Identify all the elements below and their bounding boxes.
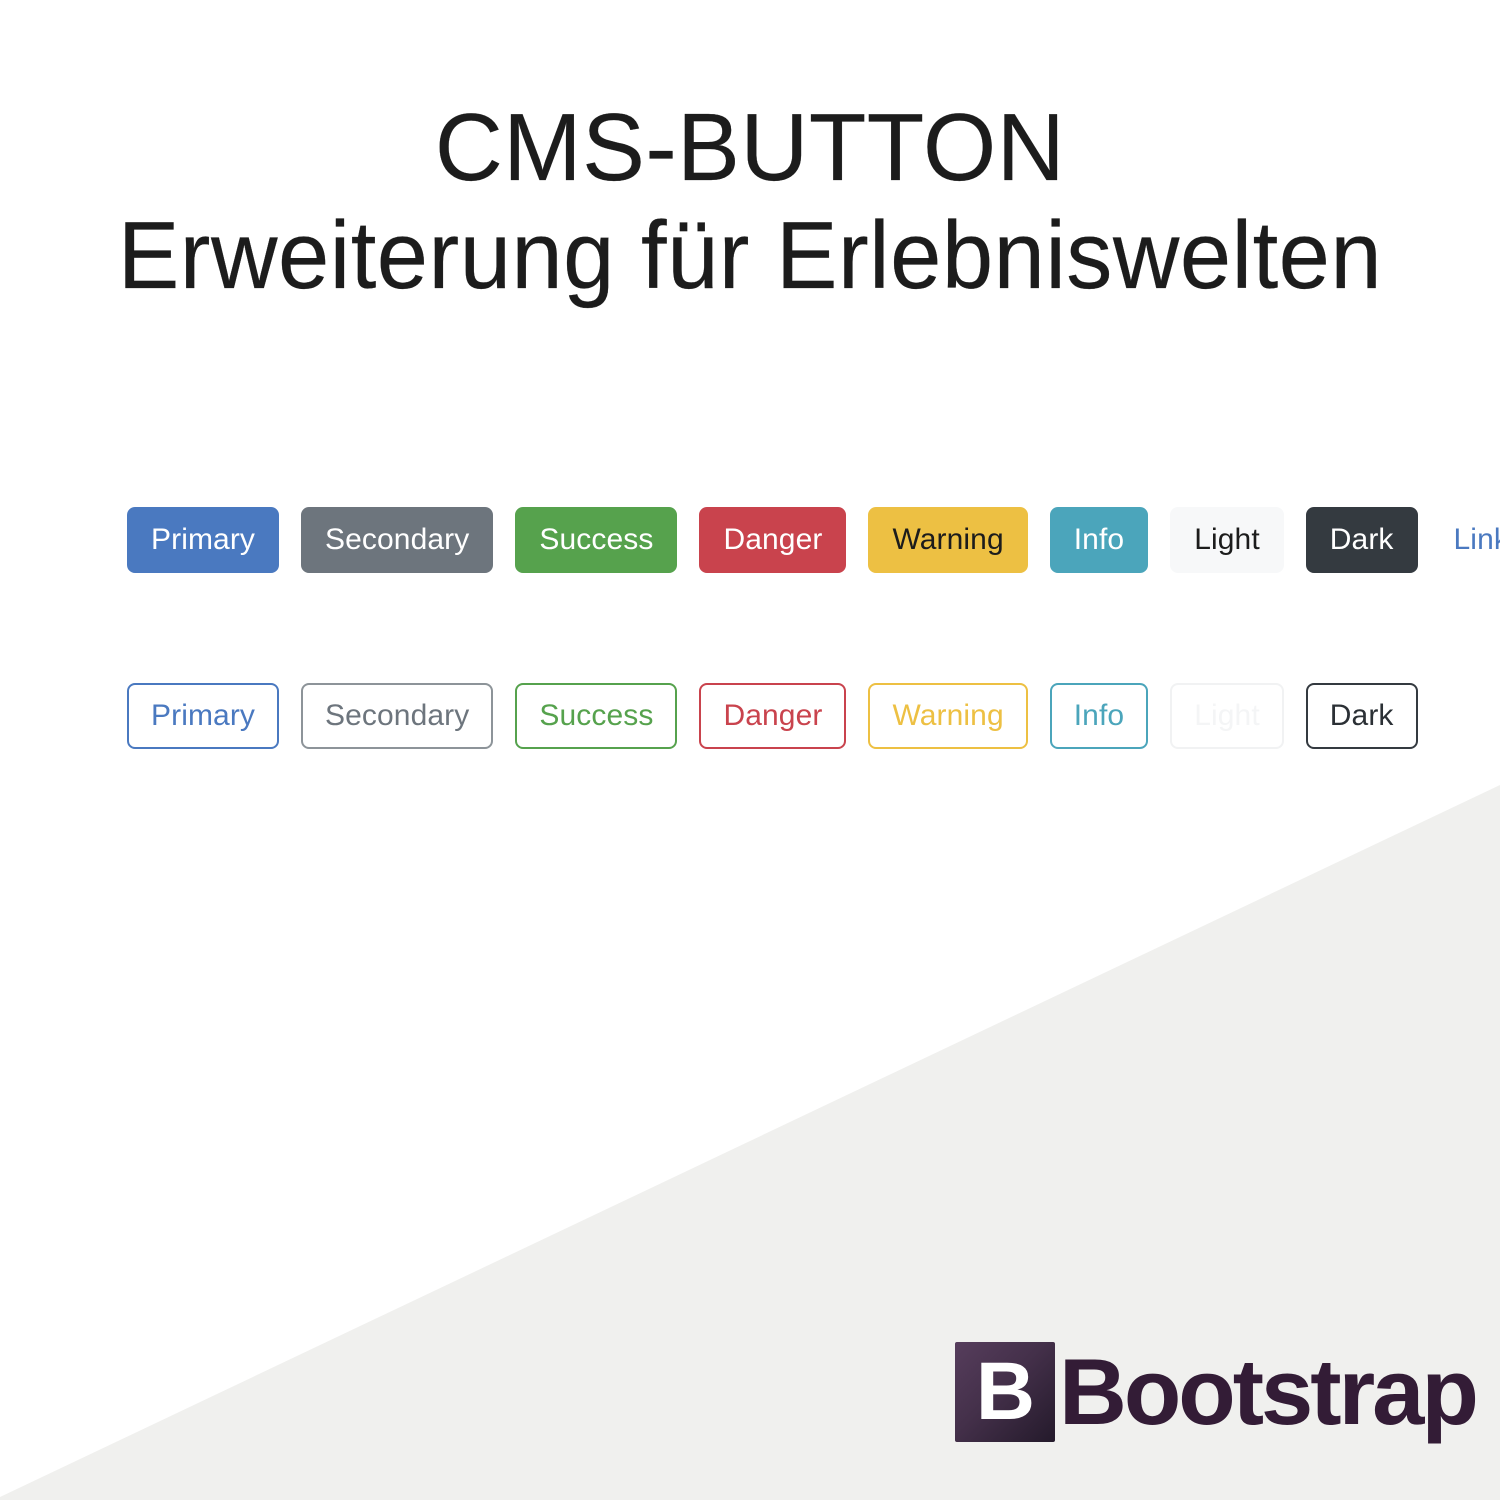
button-info[interactable]: Info bbox=[1049, 507, 1149, 573]
button-secondary[interactable]: Secondary bbox=[301, 507, 494, 573]
button-success[interactable]: Success bbox=[515, 507, 678, 573]
button-primary[interactable]: Primary bbox=[127, 507, 280, 573]
button-danger[interactable]: Danger bbox=[699, 507, 847, 573]
bootstrap-mark-icon: B bbox=[955, 1342, 1055, 1442]
button-link[interactable]: Link bbox=[1440, 507, 1500, 573]
page-title: CMS-BUTTON Erweiterung für Erlebniswelte… bbox=[0, 94, 1500, 312]
page-title-line-1: CMS-BUTTON bbox=[434, 94, 1066, 201]
button-outline-success[interactable]: Success bbox=[515, 683, 678, 749]
button-outline-secondary[interactable]: Secondary bbox=[301, 683, 494, 749]
button-light[interactable]: Light bbox=[1170, 507, 1284, 573]
bootstrap-wordmark: Bootstrap bbox=[1059, 1339, 1479, 1444]
outline-button-row: Primary Secondary Success Danger Warning… bbox=[127, 683, 1418, 749]
button-outline-info[interactable]: Info bbox=[1049, 683, 1149, 749]
button-outline-warning[interactable]: Warning bbox=[868, 683, 1028, 749]
button-outline-primary[interactable]: Primary bbox=[127, 683, 280, 749]
page-title-line-2: Erweiterung für Erlebniswelten bbox=[117, 202, 1383, 309]
button-warning[interactable]: Warning bbox=[868, 507, 1028, 573]
button-outline-danger[interactable]: Danger bbox=[699, 683, 847, 749]
page-root: CMS-BUTTON Erweiterung für Erlebniswelte… bbox=[0, 0, 1500, 1500]
button-dark[interactable]: Dark bbox=[1305, 507, 1418, 573]
bootstrap-logo: B Bootstrap bbox=[955, 1339, 1479, 1444]
bootstrap-mark-letter: B bbox=[975, 1346, 1035, 1437]
solid-button-row: Primary Secondary Success Danger Warning… bbox=[127, 507, 1500, 573]
button-outline-dark[interactable]: Dark bbox=[1305, 683, 1418, 749]
button-outline-light[interactable]: Light bbox=[1170, 683, 1284, 749]
